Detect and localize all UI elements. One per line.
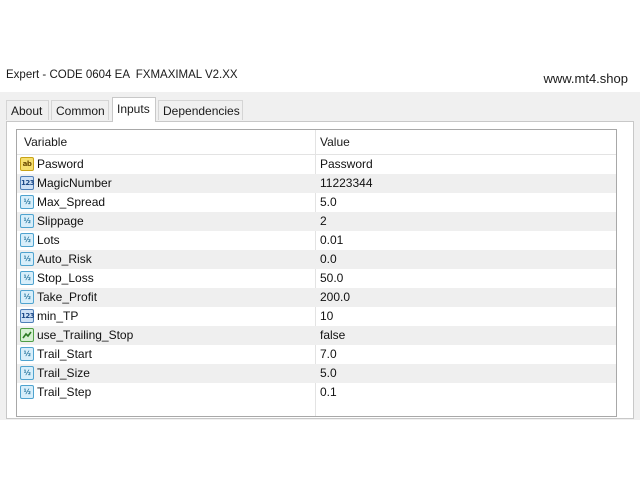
variable-value[interactable]: 0.0 (320, 250, 337, 269)
window-title: Expert - CODE 0604 EA FXMAXIMAL V2.XX (6, 69, 238, 81)
variable-value[interactable]: 200.0 (320, 288, 350, 307)
grid-header: Variable Value (17, 130, 616, 155)
tab-about[interactable]: About (6, 100, 49, 120)
expert-properties-window: Expert - CODE 0604 EA FXMAXIMAL V2.XX ww… (0, 60, 640, 420)
variable-name: MagicNumber (37, 176, 112, 190)
bottom-margin (0, 420, 640, 480)
header-value[interactable]: Value (320, 130, 350, 154)
table-row[interactable]: ½ Lots 0.01 (17, 231, 616, 250)
table-row[interactable]: ½ Take_Profit 200.0 (17, 288, 616, 307)
integer-123-icon: 123 (20, 309, 35, 323)
string-ab-icon: ab (20, 157, 34, 171)
double-v2-icon: ½ (20, 290, 34, 304)
table-row[interactable]: ½ Trail_Start 7.0 (17, 345, 616, 364)
variable-value[interactable]: 0.01 (320, 231, 343, 250)
variable-name: Slippage (37, 214, 84, 228)
title-bar: Expert - CODE 0604 EA FXMAXIMAL V2.XX ww… (0, 60, 640, 92)
variable-name: Trail_Start (37, 347, 92, 361)
inputs-panel: Variable Value ab Pasword Password 123 M… (6, 121, 634, 419)
top-margin (0, 0, 640, 60)
variable-name: Trail_Size (37, 366, 90, 380)
variable-value[interactable]: false (320, 326, 345, 345)
table-row[interactable]: ½ Stop_Loss 50.0 (17, 269, 616, 288)
double-v2-icon: ½ (20, 233, 34, 247)
double-v2-icon: ½ (20, 347, 34, 361)
tab-dependencies[interactable]: Dependencies (158, 100, 243, 120)
variable-name: use_Trailing_Stop (37, 328, 134, 342)
variable-value[interactable]: 50.0 (320, 269, 343, 288)
double-v2-icon: ½ (20, 214, 34, 228)
variable-value[interactable]: 0.1 (320, 383, 337, 402)
integer-123-icon: 123 (20, 176, 35, 190)
table-row[interactable]: use_Trailing_Stop false (17, 326, 616, 345)
variable-value[interactable]: 10 (320, 307, 333, 326)
table-row[interactable]: ½ Auto_Risk 0.0 (17, 250, 616, 269)
double-v2-icon: ½ (20, 366, 34, 380)
site-watermark: www.mt4.shop (543, 71, 628, 86)
variable-name: Pasword (37, 157, 84, 171)
variable-name: Trail_Step (37, 385, 92, 399)
table-row[interactable]: ½ Slippage 2 (17, 212, 616, 231)
tab-inputs[interactable]: Inputs (112, 97, 156, 122)
table-row[interactable]: ½ Trail_Step 0.1 (17, 383, 616, 402)
double-v2-icon: ½ (20, 271, 34, 285)
variable-name: Max_Spread (37, 195, 106, 209)
boolean-icon (20, 328, 34, 342)
variable-value[interactable]: Password (320, 155, 373, 174)
variable-name: Auto_Risk (37, 252, 92, 266)
variable-value[interactable]: 11223344 (320, 174, 373, 193)
table-row[interactable]: 123 min_TP 10 (17, 307, 616, 326)
double-v2-icon: ½ (20, 195, 34, 209)
double-v2-icon: ½ (20, 385, 34, 399)
double-v2-icon: ½ (20, 252, 34, 266)
header-variable[interactable]: Variable (24, 130, 67, 154)
variable-value[interactable]: 7.0 (320, 345, 337, 364)
variable-name: min_TP (37, 309, 79, 323)
variable-name: Stop_Loss (37, 271, 94, 285)
tab-common[interactable]: Common (51, 100, 109, 120)
variable-value[interactable]: 5.0 (320, 364, 337, 383)
table-row[interactable]: 123 MagicNumber 11223344 (17, 174, 616, 193)
table-row[interactable]: ab Pasword Password (17, 155, 616, 174)
variable-value[interactable]: 5.0 (320, 193, 337, 212)
variable-name: Take_Profit (37, 290, 98, 304)
table-row[interactable]: ½ Trail_Size 5.0 (17, 364, 616, 383)
variable-value[interactable]: 2 (320, 212, 327, 231)
inputs-grid: Variable Value ab Pasword Password 123 M… (16, 129, 617, 417)
variable-name: Lots (37, 233, 60, 247)
table-row[interactable]: ½ Max_Spread 5.0 (17, 193, 616, 212)
